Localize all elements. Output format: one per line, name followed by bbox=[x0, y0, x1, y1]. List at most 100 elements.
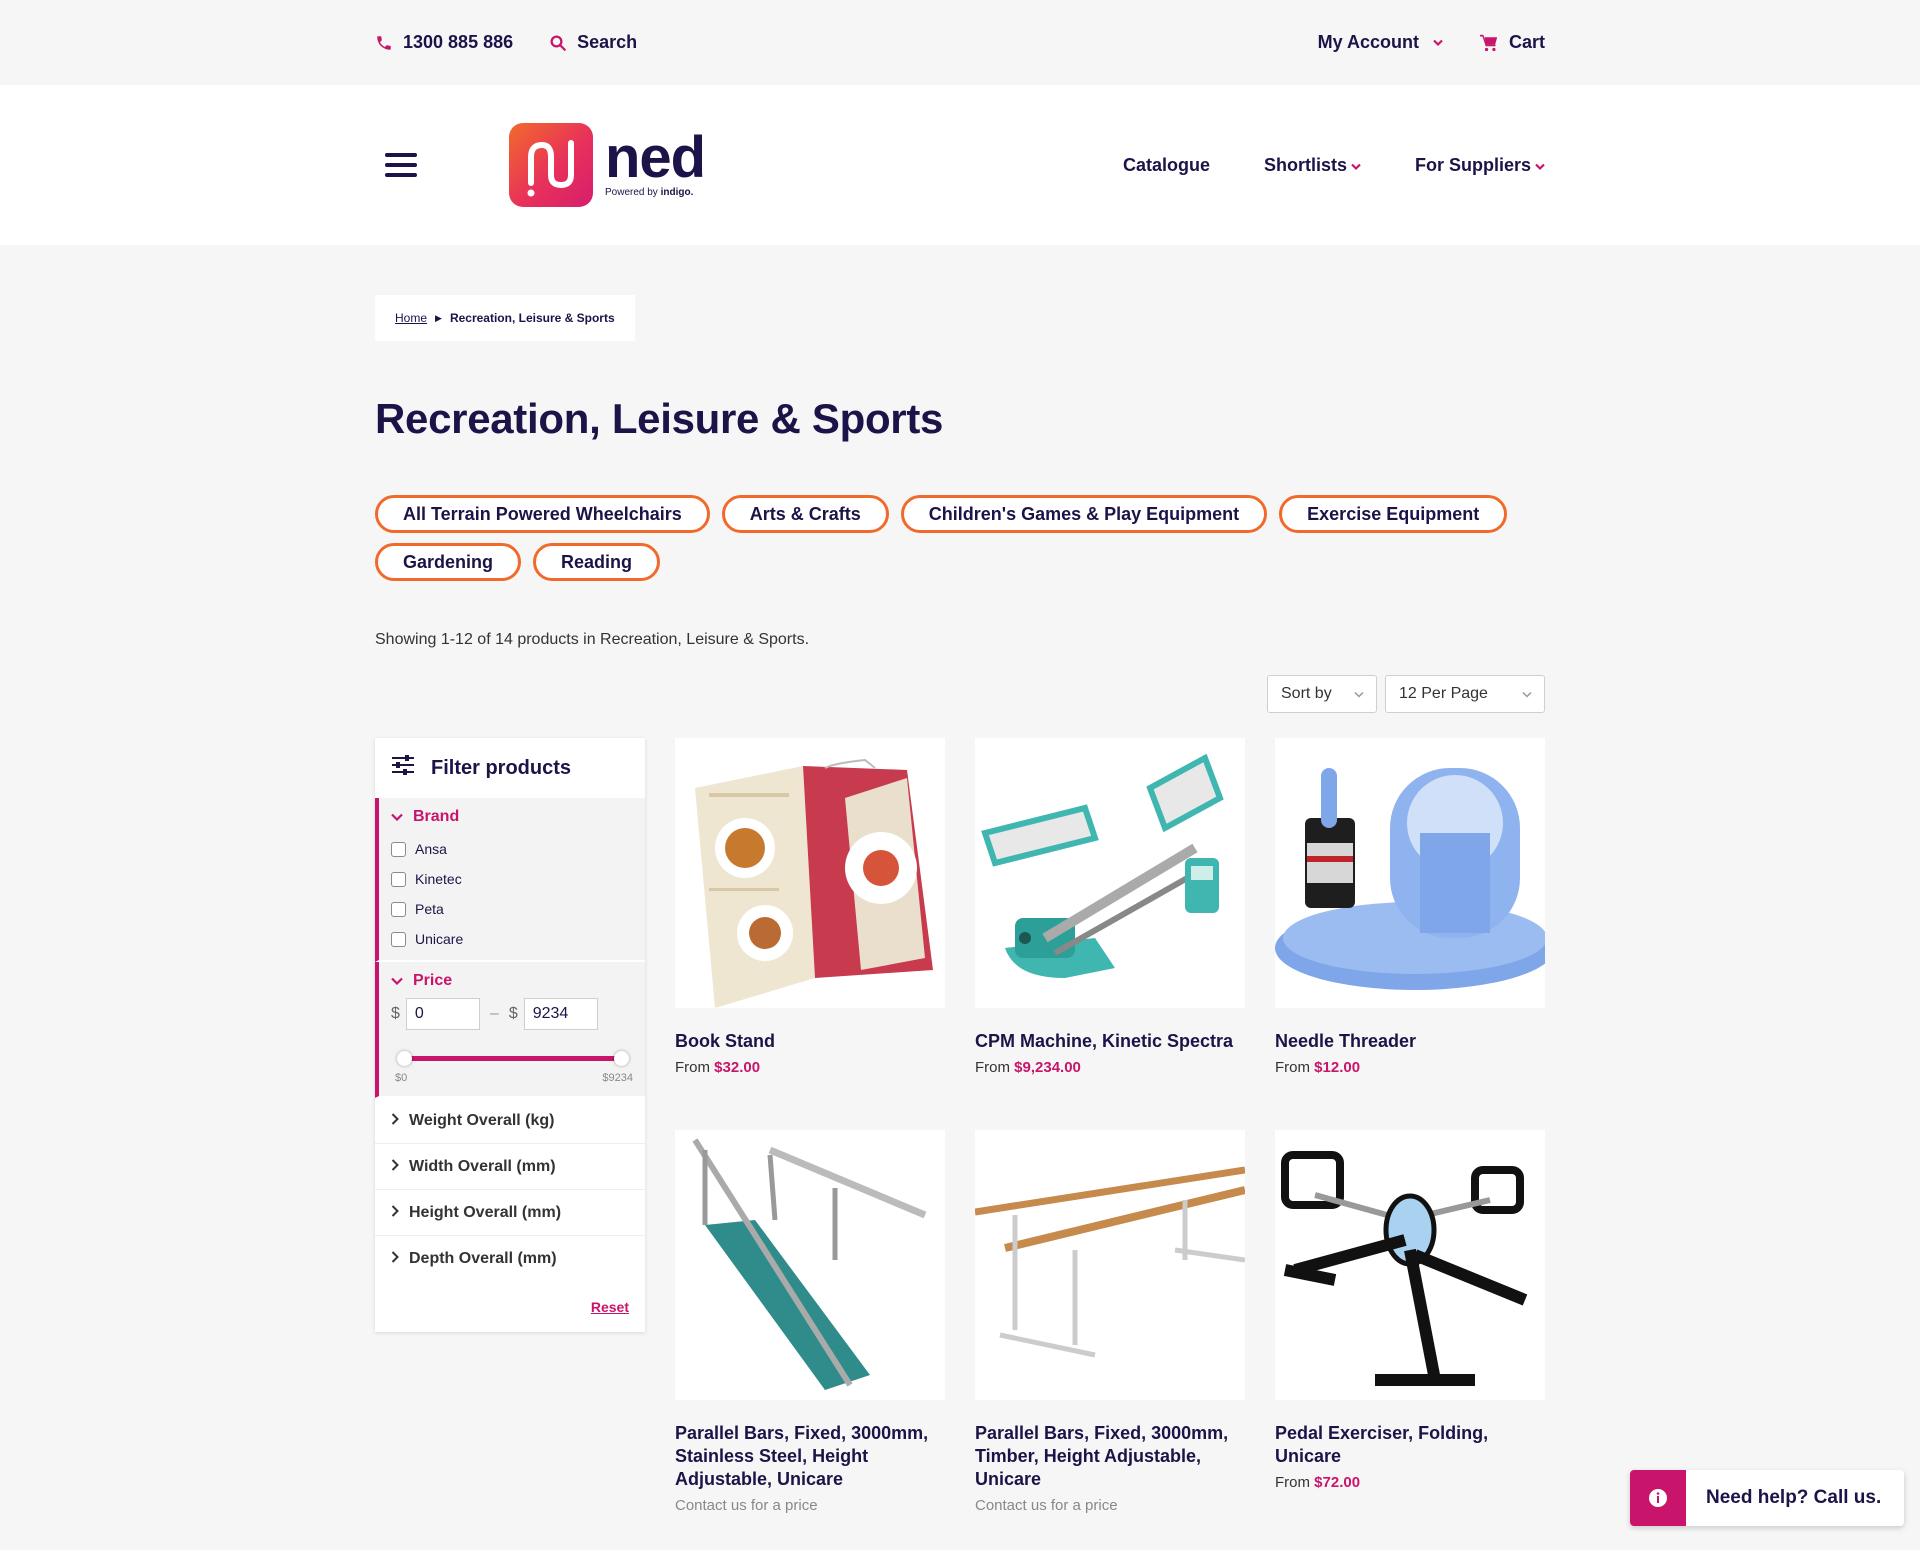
hamburger-menu-icon[interactable] bbox=[385, 151, 417, 179]
need-help-button[interactable]: Need help? Call us. bbox=[1630, 1470, 1904, 1526]
breadcrumb-current: Recreation, Leisure & Sports bbox=[449, 311, 615, 325]
phone-icon bbox=[375, 34, 393, 52]
category-chip[interactable]: Gardening bbox=[375, 543, 522, 581]
chevron-down-icon bbox=[1522, 685, 1532, 703]
product-image-needle-threader[interactable] bbox=[1275, 738, 1545, 1008]
cart-label: Cart bbox=[1508, 32, 1545, 52]
sort-by-select[interactable]: Sort by bbox=[1267, 675, 1377, 713]
product-name[interactable]: Pedal Exerciser, Folding, Unicare bbox=[1275, 1422, 1545, 1468]
category-chip[interactable]: Arts & Crafts bbox=[721, 495, 889, 533]
product-image-pedal-exerciser[interactable] bbox=[1275, 1130, 1545, 1400]
depth-filter-toggle[interactable]: Depth Overall (mm) bbox=[375, 1236, 645, 1282]
chevron-right-icon bbox=[391, 1250, 399, 1268]
product-grid: Book Stand From $32.00 CPM Machine, Kine… bbox=[675, 738, 1545, 1522]
width-filter-toggle[interactable]: Width Overall (mm) bbox=[375, 1144, 645, 1190]
search-label: Search bbox=[577, 32, 638, 52]
filter-title: Filter products bbox=[431, 756, 572, 779]
price-inputs: $ 0 – $ 9234 bbox=[391, 998, 645, 1030]
product-contact-price: Contact us for a price bbox=[675, 1497, 818, 1514]
currency-symbol: $ bbox=[391, 1005, 400, 1022]
checkbox[interactable] bbox=[391, 871, 406, 887]
brand-option-ansa[interactable]: Ansa bbox=[391, 834, 645, 864]
phone-number: 1300 885 886 bbox=[403, 32, 514, 52]
chevron-down-icon bbox=[1433, 39, 1443, 47]
nav-for-suppliers[interactable]: For Suppliers bbox=[1415, 155, 1545, 176]
chevron-down-icon bbox=[1351, 155, 1361, 176]
brand-option-kinetec[interactable]: Kinetec bbox=[391, 864, 645, 894]
slider-labels: $0 $9234 bbox=[395, 1072, 633, 1084]
range-dash: – bbox=[489, 1005, 499, 1022]
breadcrumb-home-link[interactable]: Home bbox=[395, 311, 427, 325]
product-image-book-stand[interactable] bbox=[675, 738, 945, 1008]
main-header: ned Powered by indigo. Catalogue Shortli… bbox=[0, 85, 1920, 245]
product-price: From $9,234.00 bbox=[975, 1059, 1081, 1076]
price-max-input[interactable]: 9234 bbox=[523, 998, 598, 1030]
product-card[interactable]: Needle Threader From $12.00 bbox=[1275, 738, 1545, 1130]
nav-shortlists[interactable]: Shortlists bbox=[1264, 155, 1361, 176]
category-chip[interactable]: All Terrain Powered Wheelchairs bbox=[375, 495, 710, 533]
product-image-cpm-machine[interactable] bbox=[975, 738, 1245, 1008]
logo-tagline: Powered by indigo. bbox=[605, 186, 694, 198]
category-chip[interactable]: Children's Games & Play Equipment bbox=[900, 495, 1268, 533]
chevron-down-icon bbox=[391, 972, 403, 990]
need-help-label: Need help? Call us. bbox=[1706, 1487, 1882, 1508]
chevron-right-icon bbox=[391, 1112, 399, 1130]
slider-max-handle[interactable] bbox=[614, 1051, 629, 1066]
main-nav: Catalogue Shortlists For Suppliers bbox=[1123, 155, 1545, 176]
slider-min-label: $0 bbox=[395, 1072, 408, 1084]
cart-icon bbox=[1479, 34, 1499, 52]
product-name[interactable]: Book Stand bbox=[675, 1030, 945, 1053]
content-area: Home ▶ Recreation, Leisure & Sports Recr… bbox=[375, 245, 1545, 1550]
product-card[interactable]: Parallel Bars, Fixed, 3000mm, Stainless … bbox=[675, 1130, 945, 1522]
product-image-parallel-bars-timber[interactable] bbox=[975, 1130, 1245, 1400]
product-image-parallel-bars-steel[interactable] bbox=[675, 1130, 945, 1400]
filter-header: Filter products bbox=[375, 738, 645, 798]
sort-controls: Sort by 12 Per Page bbox=[1267, 675, 1545, 713]
chevron-right-icon bbox=[391, 1204, 399, 1222]
product-card[interactable]: Pedal Exerciser, Folding, Unicare From $… bbox=[1275, 1130, 1545, 1522]
category-chip[interactable]: Exercise Equipment bbox=[1279, 495, 1508, 533]
chevron-right-icon bbox=[391, 1158, 399, 1176]
price-range-slider[interactable] bbox=[397, 1046, 629, 1070]
my-account-menu[interactable]: My Account bbox=[1318, 32, 1443, 53]
currency-symbol: $ bbox=[508, 1005, 518, 1022]
results-count: Showing 1-12 of 14 products in Recreatio… bbox=[375, 631, 810, 648]
caret-right-icon: ▶ bbox=[435, 312, 442, 323]
filter-panel: Filter products Brand Ansa Kinetec Peta … bbox=[375, 738, 645, 1332]
reset-filters-link[interactable]: Reset bbox=[375, 1282, 645, 1332]
phone-link[interactable]: 1300 885 886 bbox=[375, 32, 513, 53]
product-name[interactable]: Parallel Bars, Fixed, 3000mm, Stainless … bbox=[675, 1422, 945, 1491]
checkbox[interactable] bbox=[391, 901, 406, 917]
product-name[interactable]: Needle Threader bbox=[1275, 1030, 1545, 1053]
cart-link[interactable]: Cart bbox=[1479, 32, 1545, 53]
brand-filter-toggle[interactable]: Brand bbox=[391, 808, 645, 826]
brand-option-peta[interactable]: Peta bbox=[391, 894, 645, 924]
search-icon bbox=[549, 34, 567, 52]
checkbox[interactable] bbox=[391, 931, 406, 947]
search-button[interactable]: Search bbox=[549, 32, 637, 53]
slider-max-label: $9234 bbox=[602, 1072, 633, 1084]
product-card[interactable]: CPM Machine, Kinetic Spectra From $9,234… bbox=[975, 738, 1245, 1130]
height-filter-toggle[interactable]: Height Overall (mm) bbox=[375, 1190, 645, 1236]
nav-catalogue[interactable]: Catalogue bbox=[1123, 155, 1210, 176]
chevron-down-icon bbox=[1535, 155, 1545, 176]
product-card[interactable]: Parallel Bars, Fixed, 3000mm, Timber, He… bbox=[975, 1130, 1245, 1522]
price-filter-toggle[interactable]: Price bbox=[391, 972, 645, 990]
brand-option-unicare[interactable]: Unicare bbox=[391, 924, 645, 954]
checkbox[interactable] bbox=[391, 841, 406, 857]
chevron-down-icon bbox=[1354, 685, 1364, 703]
per-page-select[interactable]: 12 Per Page bbox=[1385, 675, 1545, 713]
category-chip[interactable]: Reading bbox=[533, 543, 661, 581]
slider-min-handle[interactable] bbox=[397, 1051, 412, 1066]
logo-mark-icon bbox=[509, 123, 593, 207]
price-min-input[interactable]: 0 bbox=[405, 998, 480, 1030]
product-name[interactable]: Parallel Bars, Fixed, 3000mm, Timber, He… bbox=[975, 1422, 1245, 1491]
slider-track bbox=[403, 1056, 623, 1061]
category-chips: All Terrain Powered Wheelchairs Arts & C… bbox=[375, 495, 1545, 581]
brand-filter-section: Brand Ansa Kinetec Peta Unicare bbox=[375, 798, 645, 962]
ned-logo[interactable]: ned Powered by indigo. bbox=[509, 123, 706, 207]
product-price: From $32.00 bbox=[675, 1059, 761, 1076]
product-name[interactable]: CPM Machine, Kinetic Spectra bbox=[975, 1030, 1245, 1053]
weight-filter-toggle[interactable]: Weight Overall (kg) bbox=[375, 1098, 645, 1144]
product-card[interactable]: Book Stand From $32.00 bbox=[675, 738, 945, 1130]
